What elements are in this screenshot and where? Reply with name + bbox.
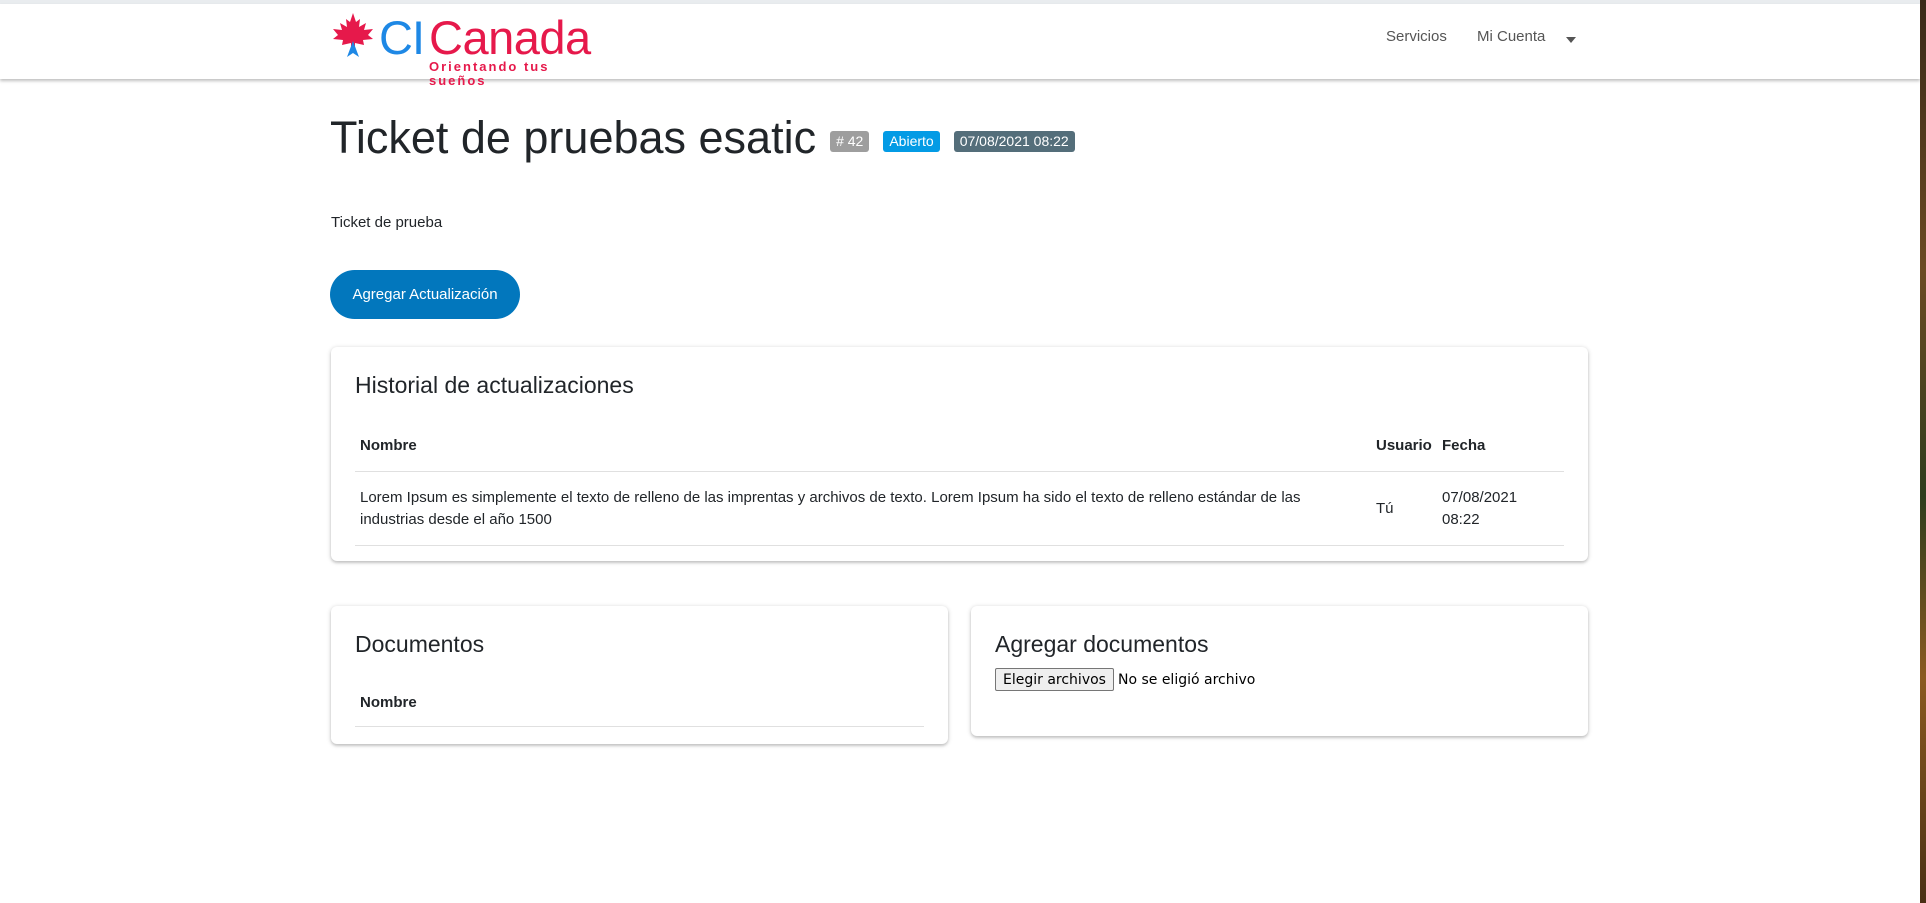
cell-fecha: 07/08/2021 08:22 — [1437, 471, 1564, 546]
logo[interactable]: CI Canada Orientando tus sueños — [331, 11, 611, 88]
add-documents-card: Agregar documentos Elegir archivos No se… — [971, 606, 1588, 736]
documents-title: Documentos — [355, 631, 485, 657]
page-title: Ticket de pruebas esatic — [330, 112, 817, 163]
status-badge: Abierto — [883, 130, 940, 152]
title-row: Ticket de pruebas esatic # 42 Abierto 07… — [330, 108, 1075, 168]
table-header-row: Nombre Usuario Fecha — [355, 419, 1564, 472]
file-input[interactable]: Elegir archivos No se eligió archivo — [995, 668, 1255, 691]
table-header-row: Nombre — [355, 678, 924, 727]
cell-fecha-time: 08:22 — [1442, 510, 1480, 528]
cell-nombre: Lorem Ipsum es simplemente el texto de r… — [355, 471, 1371, 546]
table-row: Lorem Ipsum es simplemente el texto de r… — [355, 471, 1564, 546]
chevron-down-icon[interactable] — [1566, 37, 1576, 43]
add-documents-title: Agregar documentos — [995, 631, 1209, 657]
history-title: Historial de actualizaciones — [355, 372, 634, 398]
cell-fecha-date: 07/08/2021 — [1442, 488, 1518, 506]
ticket-id-badge: # 42 — [830, 130, 870, 152]
logo-brand-text: Canada — [429, 11, 591, 64]
choose-files-button[interactable]: Elegir archivos — [995, 668, 1114, 691]
column-header-nombre: Nombre — [355, 678, 924, 727]
date-badge: 07/08/2021 08:22 — [953, 130, 1075, 152]
ticket-description: Ticket de prueba — [331, 214, 443, 231]
documents-table: Nombre — [355, 678, 924, 727]
nav-mi-cuenta[interactable]: Mi Cuenta — [1477, 28, 1545, 45]
no-file-text: No se eligió archivo — [1117, 671, 1256, 688]
logo-ci-text: CI — [379, 11, 425, 64]
maple-leaf-icon — [333, 13, 373, 57]
history-table: Nombre Usuario Fecha Lorem Ipsum es simp… — [355, 419, 1564, 546]
background-edge — [1920, 0, 1926, 903]
documents-card: Documentos Nombre — [331, 606, 948, 744]
column-header-nombre: Nombre — [355, 419, 1371, 472]
column-header-fecha: Fecha — [1437, 419, 1564, 472]
add-update-button[interactable]: Agregar Actualización — [330, 270, 520, 319]
navbar: CI Canada Orientando tus sueños Servicio… — [0, 4, 1920, 88]
history-card: Historial de actualizaciones Nombre Usua… — [331, 347, 1588, 561]
cell-usuario: Tú — [1371, 471, 1437, 546]
logo-tagline: Orientando tus sueños — [429, 59, 550, 88]
nav-servicios[interactable]: Servicios — [1386, 28, 1447, 45]
column-header-usuario: Usuario — [1371, 419, 1437, 472]
